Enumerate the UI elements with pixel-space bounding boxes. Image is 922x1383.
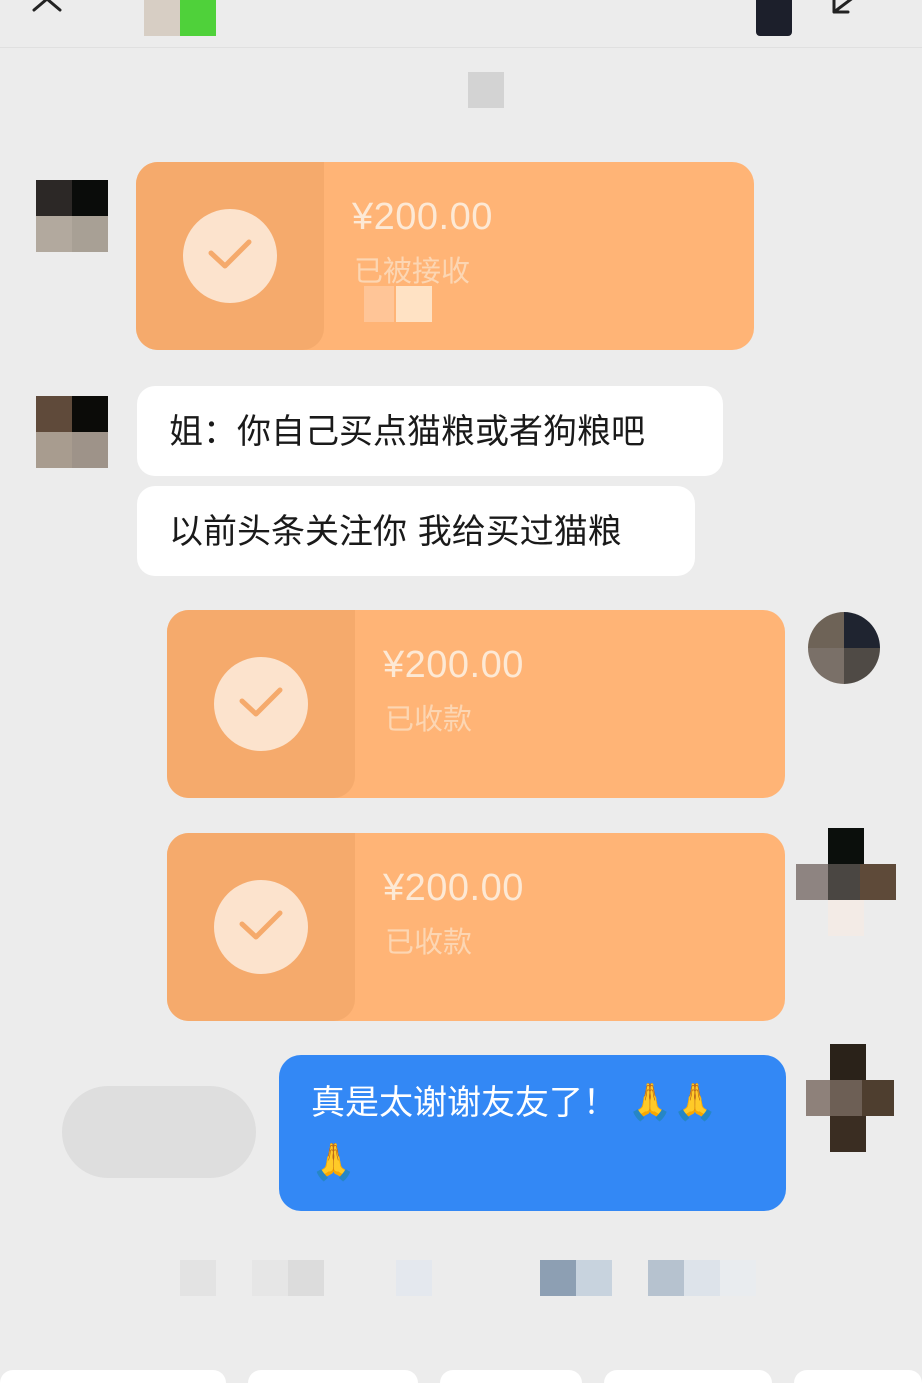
check-icon	[214, 657, 308, 751]
chat-screen: ¥200.00 已被接收 姐：你自己买点猫粮或者狗粮吧 以前头条关注你 我给买过…	[0, 0, 922, 1383]
pray-emoji: 🙏🙏	[627, 1082, 718, 1123]
quick-reply-chip[interactable]	[0, 1370, 226, 1383]
timestamp-redacted	[468, 72, 504, 108]
peer-avatar[interactable]	[756, 0, 792, 36]
transfer-amount: ¥200.00	[352, 196, 493, 238]
transfer-status: 已收款	[385, 925, 473, 959]
avatar[interactable]	[806, 1044, 894, 1152]
transfer-status: 已收款	[385, 702, 473, 736]
transfer-card[interactable]: ¥200.00 已被接收	[136, 162, 754, 350]
avatar[interactable]	[796, 828, 896, 936]
check-icon	[183, 209, 277, 303]
quick-reply-chip[interactable]	[794, 1370, 922, 1383]
shrink-icon[interactable]	[826, 0, 866, 20]
message-bubble[interactable]: 以前头条关注你 我给买过猫粮	[137, 486, 695, 576]
contact-avatar[interactable]	[144, 0, 216, 36]
transfer-status: 已被接收	[354, 254, 471, 288]
check-icon	[214, 880, 308, 974]
quick-reply-chip[interactable]	[248, 1370, 418, 1383]
redacted-chip	[62, 1086, 256, 1178]
transfer-card[interactable]: ¥200.00 已收款	[167, 610, 785, 798]
avatar[interactable]	[36, 396, 108, 468]
avatar[interactable]	[36, 180, 108, 252]
quick-reply-bar	[0, 1370, 922, 1383]
transfer-amount: ¥200.00	[383, 644, 524, 686]
chat-header	[0, 0, 922, 48]
quick-reply-chip[interactable]	[440, 1370, 582, 1383]
transfer-card[interactable]: ¥200.00 已收款	[167, 833, 785, 1021]
transfer-amount: ¥200.00	[383, 867, 524, 909]
message-bubble[interactable]: 姐：你自己买点猫粮或者狗粮吧	[137, 386, 723, 476]
avatar[interactable]	[808, 612, 880, 684]
sent-message-text: 真是太谢谢友友了！	[311, 1083, 617, 1123]
pray-emoji: 🙏	[311, 1142, 356, 1183]
quick-reply-chip[interactable]	[604, 1370, 772, 1383]
close-icon[interactable]	[30, 0, 66, 18]
sent-message-bubble[interactable]: 真是太谢谢友友了！ 🙏🙏 🙏	[279, 1055, 786, 1211]
